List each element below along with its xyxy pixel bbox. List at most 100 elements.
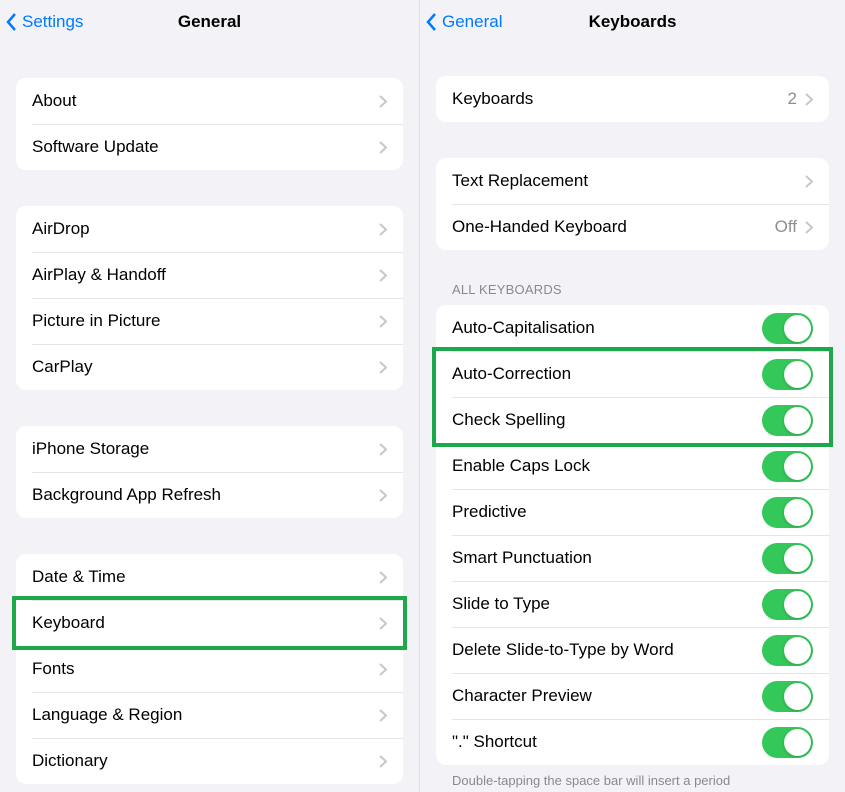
keyboards-settings-panel: General Keyboards Keyboards 2 Text Repla… [420,0,845,792]
chevron-right-icon [379,141,387,154]
row-label: Background App Refresh [32,485,379,505]
back-label: General [442,12,502,32]
toggle-switch[interactable] [762,405,813,436]
row-auto-correction[interactable]: Auto-Correction [436,351,829,397]
row-software-update[interactable]: Software Update [16,124,403,170]
row-keyboard[interactable]: Keyboard [16,600,403,646]
nav-bar: General Keyboards [420,0,845,44]
group-storage: iPhone Storage Background App Refresh [16,426,403,518]
row-one-handed[interactable]: One-Handed Keyboard Off [436,204,829,250]
toggle-switch[interactable] [762,589,813,620]
row-auto-capitalisation[interactable]: Auto-Capitalisation [436,305,829,351]
row-label: Text Replacement [452,171,805,191]
toggle-switch[interactable] [762,451,813,482]
row-pip[interactable]: Picture in Picture [16,298,403,344]
chevron-right-icon [379,617,387,630]
group-text-replacement: Text Replacement One-Handed Keyboard Off [436,158,829,250]
row-bg-refresh[interactable]: Background App Refresh [16,472,403,518]
group-about: About Software Update [16,78,403,170]
general-settings-panel: Settings General About Software Update A… [0,0,420,792]
row-label: iPhone Storage [32,439,379,459]
row-enable-caps-lock[interactable]: Enable Caps Lock [436,443,829,489]
chevron-right-icon [379,663,387,676]
toggle-switch[interactable] [762,359,813,390]
back-button[interactable]: Settings [6,0,83,44]
row-fonts[interactable]: Fonts [16,646,403,692]
row-date-time[interactable]: Date & Time [16,554,403,600]
chevron-right-icon [805,93,813,106]
row-label: Auto-Capitalisation [452,318,762,338]
row-label: Language & Region [32,705,379,725]
chevron-right-icon [805,175,813,188]
row-delete-slide-word[interactable]: Delete Slide-to-Type by Word [436,627,829,673]
row-carplay[interactable]: CarPlay [16,344,403,390]
row-label: Keyboards [452,89,788,109]
row-slide-to-type[interactable]: Slide to Type [436,581,829,627]
chevron-right-icon [379,269,387,282]
page-title: General [178,12,241,32]
row-value: Off [775,217,797,237]
row-predictive[interactable]: Predictive [436,489,829,535]
row-label: About [32,91,379,111]
row-label: Smart Punctuation [452,548,762,568]
chevron-right-icon [379,315,387,328]
chevron-right-icon [379,443,387,456]
group-keyboards: Keyboards 2 [436,76,829,122]
row-label: Predictive [452,502,762,522]
row-label: "." Shortcut [452,732,762,752]
group-toggles: Auto-Capitalisation Auto-Correction Chec… [436,305,829,765]
chevron-right-icon [379,709,387,722]
group-airdrop: AirDrop AirPlay & Handoff Picture in Pic… [16,206,403,390]
row-airplay[interactable]: AirPlay & Handoff [16,252,403,298]
row-character-preview[interactable]: Character Preview [436,673,829,719]
row-check-spelling[interactable]: Check Spelling [436,397,829,443]
chevron-right-icon [379,361,387,374]
toggle-switch[interactable] [762,635,813,666]
row-label: Date & Time [32,567,379,587]
row-label: Software Update [32,137,379,157]
chevron-right-icon [379,223,387,236]
chevron-right-icon [379,95,387,108]
chevron-right-icon [805,221,813,234]
row-label: Delete Slide-to-Type by Word [452,640,762,660]
group-datetime: Date & Time Keyboard Fonts Language & Re… [16,554,403,784]
row-label: AirPlay & Handoff [32,265,379,285]
row-label: One-Handed Keyboard [452,217,775,237]
chevron-right-icon [379,571,387,584]
chevron-right-icon [379,755,387,768]
content: About Software Update AirDrop AirPlay & … [0,78,419,784]
row-label: Auto-Correction [452,364,762,384]
row-text-replacement[interactable]: Text Replacement [436,158,829,204]
toggle-switch[interactable] [762,543,813,574]
row-label: Enable Caps Lock [452,456,762,476]
chevron-left-icon [426,12,438,32]
toggle-switch[interactable] [762,313,813,344]
toggle-switch[interactable] [762,727,813,758]
row-language-region[interactable]: Language & Region [16,692,403,738]
back-label: Settings [22,12,83,32]
row-smart-punctuation[interactable]: Smart Punctuation [436,535,829,581]
back-button[interactable]: General [426,0,502,44]
row-keyboards[interactable]: Keyboards 2 [436,76,829,122]
row-about[interactable]: About [16,78,403,124]
row-label: Slide to Type [452,594,762,614]
content: Keyboards 2 Text Replacement One-Handed … [420,76,845,788]
toggle-switch[interactable] [762,497,813,528]
row-label: Dictionary [32,751,379,771]
nav-bar: Settings General [0,0,419,44]
page-title: Keyboards [589,12,677,32]
row-period-shortcut[interactable]: "." Shortcut [436,719,829,765]
row-value: 2 [788,89,797,109]
row-iphone-storage[interactable]: iPhone Storage [16,426,403,472]
chevron-left-icon [6,12,18,32]
row-label: Character Preview [452,686,762,706]
footer-note: Double-tapping the space bar will insert… [452,773,813,788]
row-label: Keyboard [32,613,379,633]
row-dictionary[interactable]: Dictionary [16,738,403,784]
section-header-all-keyboards: ALL KEYBOARDS [452,282,829,297]
toggle-switch[interactable] [762,681,813,712]
row-label: Picture in Picture [32,311,379,331]
row-label: Check Spelling [452,410,762,430]
row-label: AirDrop [32,219,379,239]
row-airdrop[interactable]: AirDrop [16,206,403,252]
